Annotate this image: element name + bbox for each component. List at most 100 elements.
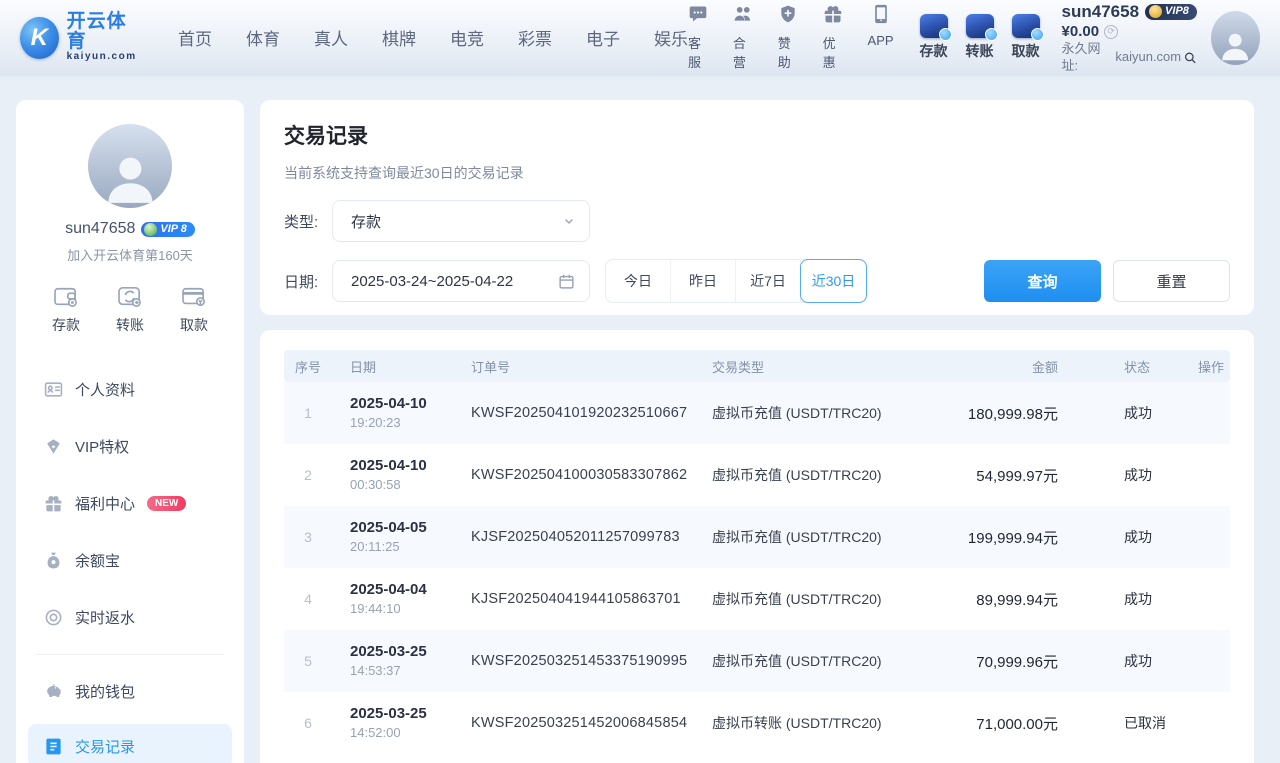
- sidebar-transfer-button[interactable]: 转账: [116, 286, 144, 335]
- date-filter-label: 日期:: [284, 271, 332, 292]
- row-transaction-type: 虚拟币充值 (USDT/TRC20): [704, 403, 952, 423]
- sidebar-item-wallet[interactable]: 我的钱包: [16, 663, 244, 720]
- row-amount: 71,000.00元: [952, 713, 1072, 734]
- brand-domain: kaiyun.com: [67, 52, 140, 63]
- brand-name: 开云体育: [67, 12, 140, 52]
- sidebar-username: sun47658: [65, 220, 135, 238]
- vip-shield-icon: [1149, 5, 1162, 18]
- app-download-button[interactable]: APP: [868, 4, 894, 71]
- withdraw-button[interactable]: 取款: [1012, 14, 1040, 61]
- rebate-disc-icon: [44, 608, 63, 627]
- col-order: 订单号: [460, 357, 704, 376]
- row-transaction-type: 虚拟币充值 (USDT/TRC20): [704, 527, 952, 547]
- row-date: 2025-03-2514:53:37: [332, 642, 460, 680]
- money-bag-icon: [44, 551, 63, 570]
- sidebar-item-transactions[interactable]: 交易记录: [28, 724, 232, 763]
- sidebar-withdraw-button[interactable]: 取款: [180, 286, 208, 335]
- partnership-button[interactable]: 合营: [733, 4, 754, 71]
- row-order-number: KWSF202504101920232510667: [460, 405, 704, 421]
- row-order-number: KWSF202504100030583307862: [460, 467, 704, 483]
- row-index: 1: [284, 405, 332, 421]
- search-icon[interactable]: [1184, 51, 1197, 65]
- row-index: 3: [284, 529, 332, 545]
- header-wallet-actions: 存款 转账 取款: [920, 14, 1040, 61]
- row-date: 2025-04-0520:11:25: [332, 518, 460, 556]
- range-yesterday-button[interactable]: 昨日: [671, 260, 736, 302]
- promotions-button[interactable]: 优惠: [823, 4, 844, 71]
- date-range-input[interactable]: 2025-03-24~2025-04-22: [332, 260, 590, 302]
- calendar-icon: [558, 273, 575, 290]
- nav-sports[interactable]: 体育: [246, 25, 280, 50]
- sidebar-item-rebate[interactable]: 实时返水: [16, 589, 244, 646]
- sidebar-deposit-button[interactable]: 存款: [52, 286, 80, 335]
- search-button[interactable]: 查询: [984, 260, 1101, 302]
- profile-sidebar: sun47658 VIP 8 加入开云体育第160天 存款 转账 取款 个人资料…: [16, 100, 244, 763]
- nav-slots[interactable]: 电子: [586, 25, 620, 50]
- vip-shield-icon: [144, 223, 157, 236]
- chevron-down-icon: [563, 215, 575, 227]
- row-date: 2025-04-0419:44:10: [332, 580, 460, 618]
- transfer-icon: [966, 14, 994, 38]
- range-30days-button[interactable]: 近30日: [800, 259, 867, 303]
- username: sun47658: [1062, 1, 1140, 22]
- nav-chess[interactable]: 棋牌: [382, 25, 416, 50]
- table-row: 6 2025-03-2514:52:00 KWSF202503251452006…: [284, 692, 1230, 754]
- main-nav: 首页 体育 真人 棋牌 电竞 彩票 电子 娱乐: [178, 25, 688, 50]
- row-index: 5: [284, 653, 332, 669]
- brand-logo[interactable]: K 开云体育 kaiyun.com: [20, 12, 140, 62]
- range-7days-button[interactable]: 近7日: [736, 260, 801, 302]
- user-avatar[interactable]: [1211, 11, 1260, 65]
- balance-amount: ¥0.00: [1062, 23, 1100, 42]
- nav-esports[interactable]: 电竞: [450, 25, 484, 50]
- row-amount: 54,999.97元: [952, 465, 1072, 486]
- col-amount: 金额: [952, 357, 1072, 376]
- nav-entertainment[interactable]: 娱乐: [654, 25, 688, 50]
- col-status: 状态: [1072, 357, 1198, 376]
- type-select[interactable]: 存款: [332, 200, 590, 242]
- col-action: 操作: [1198, 357, 1230, 376]
- refresh-balance-icon[interactable]: ⟳: [1104, 25, 1118, 39]
- table-row: 4 2025-04-0419:44:10 KJSF202504041944105…: [284, 568, 1230, 630]
- reset-button[interactable]: 重置: [1113, 260, 1230, 302]
- wallet-icon: [53, 286, 79, 308]
- nav-home[interactable]: 首页: [178, 25, 212, 50]
- transfer-button[interactable]: 转账: [966, 14, 994, 61]
- sidebar-item-vip[interactable]: VIP特权: [16, 418, 244, 475]
- page-title: 交易记录: [284, 120, 1230, 150]
- gift-icon: [44, 494, 63, 513]
- table-header-row: 序号 日期 订单号 交易类型 金额 状态 操作: [284, 350, 1230, 382]
- row-index: 4: [284, 591, 332, 607]
- page-subtitle: 当前系统支持查询最近30日的交易记录: [284, 163, 1230, 183]
- nav-lottery[interactable]: 彩票: [518, 25, 552, 50]
- permanent-url: kaiyun.com: [1115, 49, 1181, 65]
- customer-service-button[interactable]: 客服: [688, 4, 709, 71]
- row-date: 2025-04-1019:20:23: [332, 394, 460, 432]
- row-transaction-type: 虚拟币充值 (USDT/TRC20): [704, 651, 952, 671]
- table-row: 5 2025-03-2514:53:37 KWSF202503251453375…: [284, 630, 1230, 692]
- new-badge: NEW: [147, 496, 186, 511]
- transfer-arrows-icon: [117, 286, 143, 308]
- header-user-info: sun47658 VIP8 ¥0.00 ⟳ 永久网址: kaiyun.com: [1062, 1, 1197, 74]
- sidebar-avatar[interactable]: [88, 124, 172, 208]
- bank-card-icon: [181, 286, 207, 308]
- quick-range-group: 今日 昨日 近7日 近30日: [605, 259, 867, 303]
- sidebar-item-welfare[interactable]: 福利中心 NEW: [16, 475, 244, 532]
- row-status: 已取消: [1072, 713, 1198, 733]
- transaction-filter-panel: 交易记录 当前系统支持查询最近30日的交易记录 类型: 存款 日期: 2025-…: [260, 100, 1254, 315]
- sidebar-item-yuebao[interactable]: 余额宝: [16, 532, 244, 589]
- sidebar-vip-badge: VIP 8: [141, 222, 195, 237]
- deposit-button[interactable]: 存款: [920, 14, 948, 61]
- nav-live[interactable]: 真人: [314, 25, 348, 50]
- id-card-icon: [44, 380, 63, 399]
- range-today-button[interactable]: 今日: [606, 260, 671, 302]
- table-row: 3 2025-04-0520:11:25 KJSF202504052011257…: [284, 506, 1230, 568]
- sidebar-item-profile[interactable]: 个人资料: [16, 361, 244, 418]
- row-status: 成功: [1072, 589, 1198, 609]
- permanent-url-label: 永久网址:: [1062, 41, 1113, 74]
- col-index: 序号: [284, 357, 332, 376]
- col-date: 日期: [332, 357, 460, 376]
- sponsor-button[interactable]: 赞助: [778, 4, 799, 71]
- row-amount: 89,999.94元: [952, 589, 1072, 610]
- row-transaction-type: 虚拟币充值 (USDT/TRC20): [704, 465, 952, 485]
- sidebar-quick-actions: 存款 转账 取款: [16, 286, 244, 335]
